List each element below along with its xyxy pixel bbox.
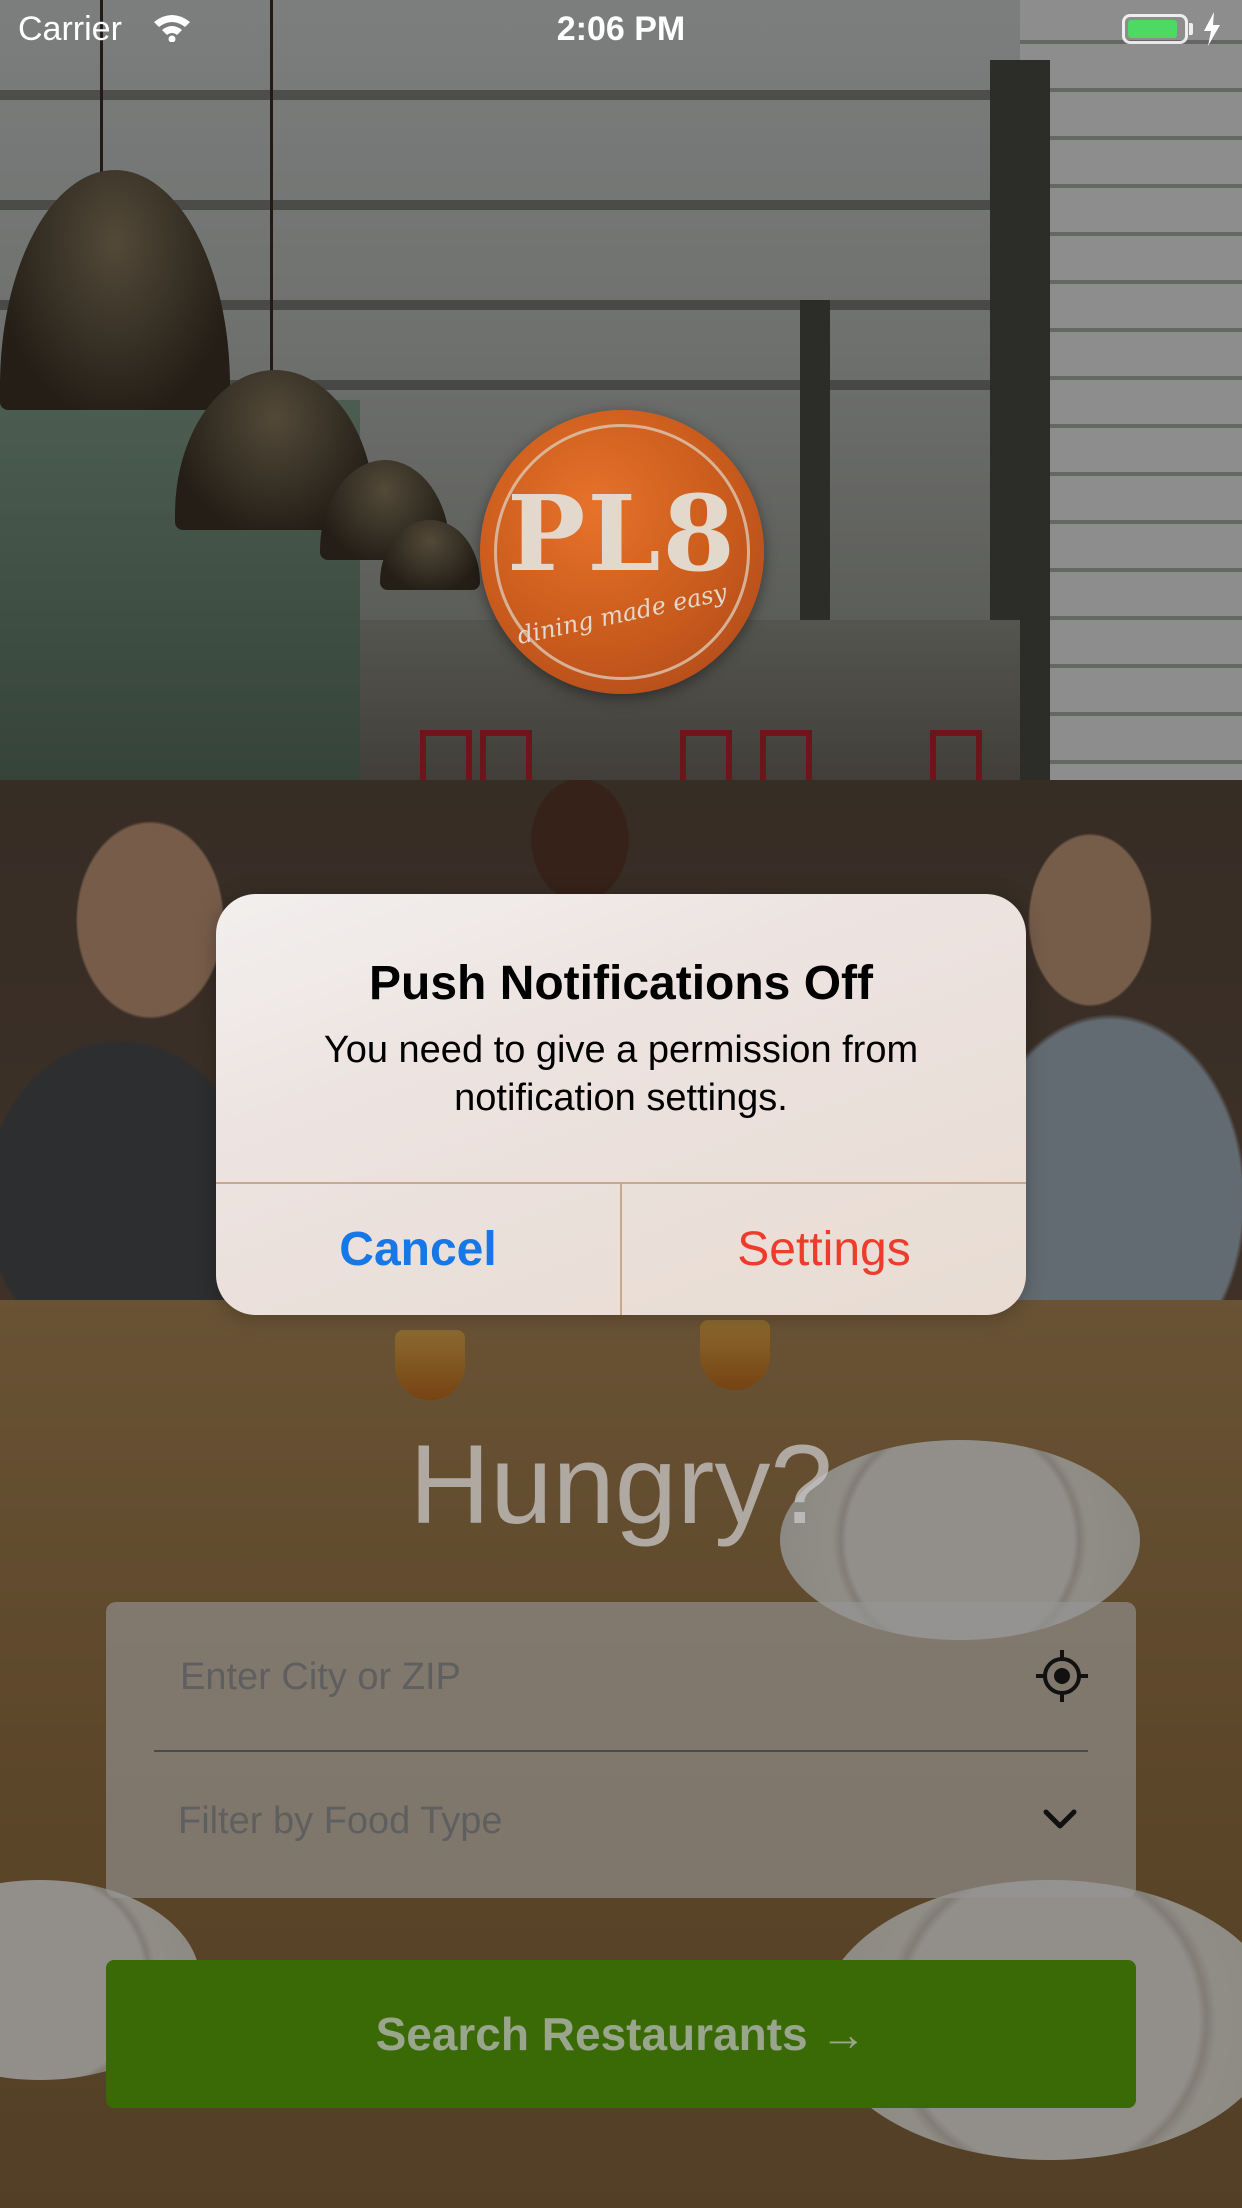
settings-button[interactable]: Settings bbox=[622, 1184, 1026, 1315]
battery-icon bbox=[1122, 14, 1188, 44]
chevron-down-icon[interactable] bbox=[1040, 1804, 1080, 1839]
search-form: Filter by Food Type bbox=[106, 1602, 1136, 1898]
cancel-button[interactable]: Cancel bbox=[216, 1184, 620, 1315]
status-bar: Carrier 2:06 PM bbox=[0, 0, 1242, 60]
food-type-select[interactable]: Filter by Food Type bbox=[154, 1750, 1088, 1898]
charging-bolt-icon bbox=[1202, 12, 1222, 51]
clock: 2:06 PM bbox=[556, 10, 686, 48]
city-field-row bbox=[154, 1602, 1088, 1752]
push-notifications-alert: Push Notifications Off You need to give … bbox=[216, 894, 1026, 1315]
pl8-logo: PL8 dining made easy bbox=[480, 410, 764, 694]
logo-text: PL8 bbox=[507, 472, 737, 595]
locate-icon[interactable] bbox=[1034, 1648, 1090, 1709]
alert-message: You need to give a permission from notif… bbox=[323, 1029, 919, 1119]
search-restaurants-button[interactable]: Search Restaurants → bbox=[106, 1960, 1136, 2108]
battery-level bbox=[1128, 20, 1177, 38]
alert-title: Push Notifications Off bbox=[369, 957, 873, 1010]
battery-nub bbox=[1189, 23, 1193, 35]
city-zip-input[interactable] bbox=[178, 1646, 1002, 1708]
food-type-placeholder: Filter by Food Type bbox=[178, 1800, 503, 1842]
hungry-heading: Hungry? bbox=[409, 1422, 833, 1547]
